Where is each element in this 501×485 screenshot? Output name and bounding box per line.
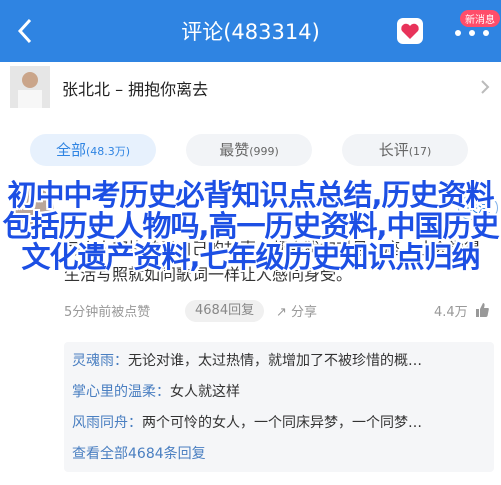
reply-count-button[interactable]: 4684回复	[185, 300, 265, 322]
share-button[interactable]: ↗ 分享	[276, 301, 317, 320]
page-title: 评论(483314)	[181, 20, 320, 44]
comment-time: 5分钟前被点赞	[64, 305, 151, 320]
heart-box	[397, 18, 423, 44]
sort-tabs: 全部(48.3万) 最赞(999) 长评(17)	[0, 112, 501, 172]
heart-icon	[401, 23, 419, 39]
song-row[interactable]: 张北北 – 拥抱你离去	[0, 62, 501, 113]
like-count: 4.4万	[434, 305, 468, 320]
share-icon: ↗	[276, 305, 292, 320]
tab-long[interactable]: 长评(17)	[342, 134, 468, 166]
song-title: 张北北 – 拥抱你离去	[62, 80, 209, 99]
chevron-right-icon	[481, 80, 490, 94]
more-icon[interactable]	[452, 29, 492, 37]
share-label: 分享	[291, 305, 318, 320]
view-all-replies-link[interactable]: 查看全部4684条回复	[72, 443, 206, 463]
reply-item[interactable]: 灵魂雨：无论对谁，太过热情，就增加了不被珍惜的概…	[72, 350, 422, 370]
reply-item[interactable]: 掌心里的温柔：女人就这样	[72, 381, 240, 401]
tab-top[interactable]: 最赞(999)	[186, 134, 312, 166]
tab-all[interactable]: 全部(48.3万)	[30, 134, 156, 166]
song-cover-image	[10, 66, 50, 108]
heart-button[interactable]	[397, 18, 425, 44]
overlay-caption: 初中中考历史必背知识点总结,历史资料包括历史人物吗,高一历史资料,中国历史文化遗…	[2, 178, 499, 274]
top-bar: 评论(483314) 新消息	[0, 0, 501, 62]
thumbs-up-icon[interactable]	[474, 302, 490, 318]
reply-item[interactable]: 风雨同舟：两个可怜的女人，一个同床异梦，一个同梦…	[72, 412, 422, 432]
notification-badge: 新消息	[460, 10, 500, 27]
reply-list: 灵魂雨：无论对谁，太过热情，就增加了不被珍惜的概… 掌心里的温柔：女人就这样 风…	[64, 342, 494, 472]
